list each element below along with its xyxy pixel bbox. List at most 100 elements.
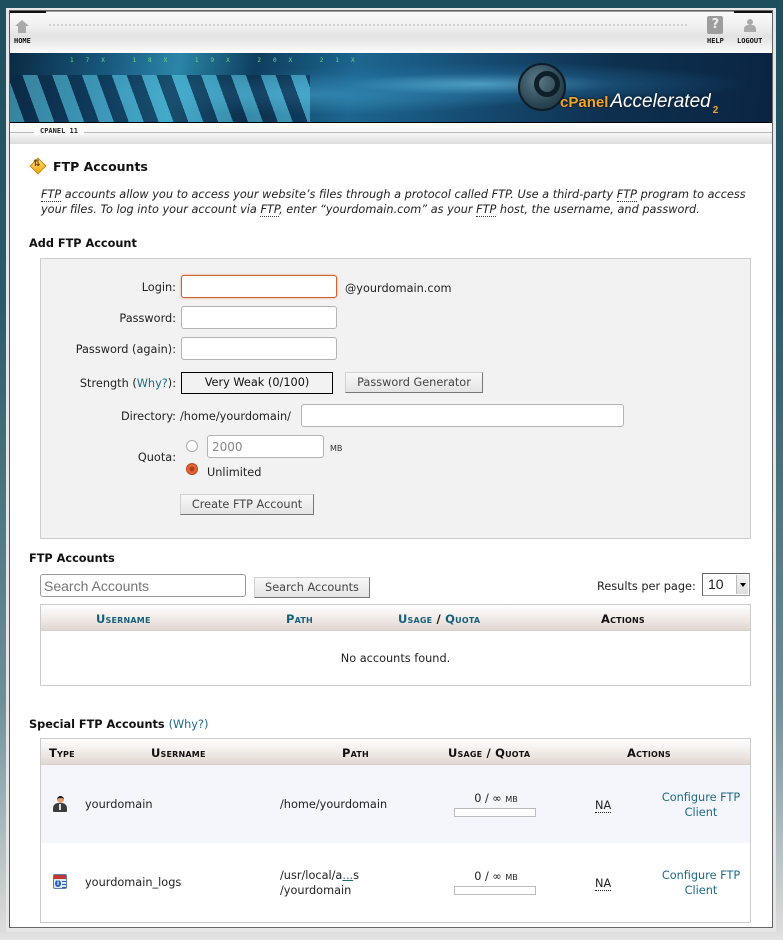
column-usage-quota: Usage / Quota xyxy=(448,746,531,760)
home-icon xyxy=(15,20,30,34)
special-why-link[interactable]: (Why?) xyxy=(169,718,209,731)
special-ftp-accounts-table: Type Username Path Usage / Quota Actions… xyxy=(40,738,751,923)
version-label: CPANEL 11 xyxy=(34,127,84,135)
table-header: Type Username Path Usage / Quota Actions xyxy=(41,739,750,765)
login-label: Login: xyxy=(141,281,176,294)
ftp-abbr: FTP xyxy=(260,202,280,217)
column-actions: Actions xyxy=(627,746,671,760)
ftp-accounts-heading: FTP Accounts xyxy=(29,552,115,565)
column-actions: Actions xyxy=(601,612,645,626)
ftp-accounts-icon: ⇅ xyxy=(29,157,47,175)
configure-link-line2[interactable]: Client xyxy=(685,806,718,819)
help-icon: ? xyxy=(707,16,724,34)
usage-value: 0 / ∞ xyxy=(474,870,502,883)
description-text: host, the username, and password. xyxy=(496,202,700,216)
path-part: /usr/local/a xyxy=(280,869,343,882)
special-title-text: Special FTP Accounts xyxy=(29,718,165,731)
usage-unit: MB xyxy=(505,873,518,882)
chevron-down-icon xyxy=(736,575,748,594)
help-label: HELP xyxy=(707,37,724,45)
quota-unlimited-label: Unlimited xyxy=(207,466,262,479)
create-ftp-account-button[interactable]: Create FTP Account xyxy=(180,494,314,515)
search-accounts-input[interactable] xyxy=(40,574,246,597)
row-username: yourdomain_logs xyxy=(85,876,182,889)
row-na: NA xyxy=(595,877,612,891)
description-text: , enter “yourdomain.com” as your xyxy=(279,202,477,216)
password-label: Password: xyxy=(119,312,176,325)
path-ellipsis-link[interactable]: ... xyxy=(342,869,353,882)
quota-label: Quota: xyxy=(137,451,176,464)
column-quota[interactable]: Quota xyxy=(445,612,480,626)
quota-unit: MB xyxy=(330,444,343,453)
column-path[interactable]: Path xyxy=(286,612,313,626)
row-na: NA xyxy=(595,799,612,813)
brand-cpanel: cPanel xyxy=(560,94,609,111)
header-banner: 17X 18X 19X 20X 21X cPanel Accelerated 2 xyxy=(10,53,772,123)
configure-link-line1[interactable]: Configure FTP xyxy=(662,791,740,804)
logout-icon xyxy=(742,16,758,34)
cpanel-frame: HOME ? HELP LOGOUT 17X 18X 19X 20X 21X c… xyxy=(9,10,773,928)
strength-label-suffix: ): xyxy=(167,377,176,390)
nav-dotted-divider xyxy=(48,23,688,27)
configure-ftp-client-link[interactable]: Configure FTP Client xyxy=(656,868,746,898)
results-per-page-select[interactable]: 10 xyxy=(702,573,750,596)
usage-progress-bar xyxy=(454,886,536,895)
logout-link[interactable]: LOGOUT xyxy=(737,16,762,45)
logout-label: LOGOUT xyxy=(737,37,763,45)
column-path: Path xyxy=(342,746,369,760)
strength-label-prefix: Strength ( xyxy=(79,377,137,390)
cpanel-logo-icon xyxy=(518,63,566,111)
password-generator-button[interactable]: Password Generator xyxy=(345,372,483,393)
table-row: yourdomain /home/yourdomain 0 / ∞ MB NA … xyxy=(41,765,750,843)
directory-label: Directory: xyxy=(120,410,176,423)
home-link[interactable]: HOME xyxy=(14,16,31,45)
row-path: /usr/local/a...s/yourdomain xyxy=(280,868,359,898)
table-header: Username Path Usage / Quota Actions xyxy=(41,605,750,631)
column-usage[interactable]: Usage xyxy=(398,612,432,626)
version-divider xyxy=(10,132,772,133)
quota-limited-radio[interactable] xyxy=(186,440,198,452)
directory-input[interactable] xyxy=(301,404,624,427)
add-ftp-account-form: Login: @yourdomain.com Password: Passwor… xyxy=(40,258,751,539)
page-title-text: FTP Accounts xyxy=(53,158,148,174)
cpanel-brand-logo: cPanel Accelerated 2 xyxy=(560,91,718,116)
row-usage: 0 / ∞ MB xyxy=(446,870,546,883)
brand-version: 2 xyxy=(712,105,719,116)
brand-accelerated: Accelerated xyxy=(610,91,711,112)
empty-table-message: No accounts found. xyxy=(340,652,451,665)
configure-link-line1[interactable]: Configure FTP xyxy=(662,869,740,882)
ftp-accounts-table: Username Path Usage / Quota Actions No a… xyxy=(40,604,751,686)
path-part: s xyxy=(353,869,360,882)
usage-progress-bar xyxy=(454,808,536,817)
nav-accent xyxy=(734,11,772,13)
ftp-abbr: FTP xyxy=(476,202,497,217)
nav-accent xyxy=(10,11,46,13)
strength-label: Strength (Why?): xyxy=(41,377,176,390)
special-ftp-accounts-heading: Special FTP Accounts (Why?) xyxy=(29,718,208,731)
password-strength-meter: Very Weak (0/100) xyxy=(181,372,333,394)
ftp-abbr: FTP xyxy=(41,188,62,202)
user-account-icon xyxy=(52,796,68,812)
login-input[interactable] xyxy=(181,275,337,298)
column-username[interactable]: Username xyxy=(96,612,151,626)
help-link[interactable]: ? HELP xyxy=(707,16,724,45)
configure-link-line2[interactable]: Client xyxy=(685,884,718,897)
search-accounts-button[interactable]: Search Accounts xyxy=(254,577,370,598)
row-username: yourdomain xyxy=(85,798,153,811)
configure-ftp-client-link[interactable]: Configure FTP Client xyxy=(656,790,746,820)
password-again-input[interactable] xyxy=(181,337,337,360)
banner-port-labels: 17X 18X 19X 20X 21X xyxy=(70,57,367,64)
usage-unit: MB xyxy=(505,795,518,804)
quota-input[interactable] xyxy=(207,435,324,458)
column-type: Type xyxy=(49,746,75,760)
add-ftp-account-heading: Add FTP Account xyxy=(29,237,137,250)
path-part: /yourdomain xyxy=(280,884,352,897)
banner-network-cables-image xyxy=(10,75,310,122)
quota-unlimited-radio[interactable] xyxy=(186,463,198,475)
description-text: accounts allow you to access your websit… xyxy=(61,188,617,201)
strength-why-link[interactable]: Why? xyxy=(137,377,168,390)
usage-value: 0 / ∞ xyxy=(474,792,502,805)
home-label: HOME xyxy=(14,37,31,45)
row-path: /home/yourdomain xyxy=(280,798,388,811)
password-input[interactable] xyxy=(181,306,337,329)
